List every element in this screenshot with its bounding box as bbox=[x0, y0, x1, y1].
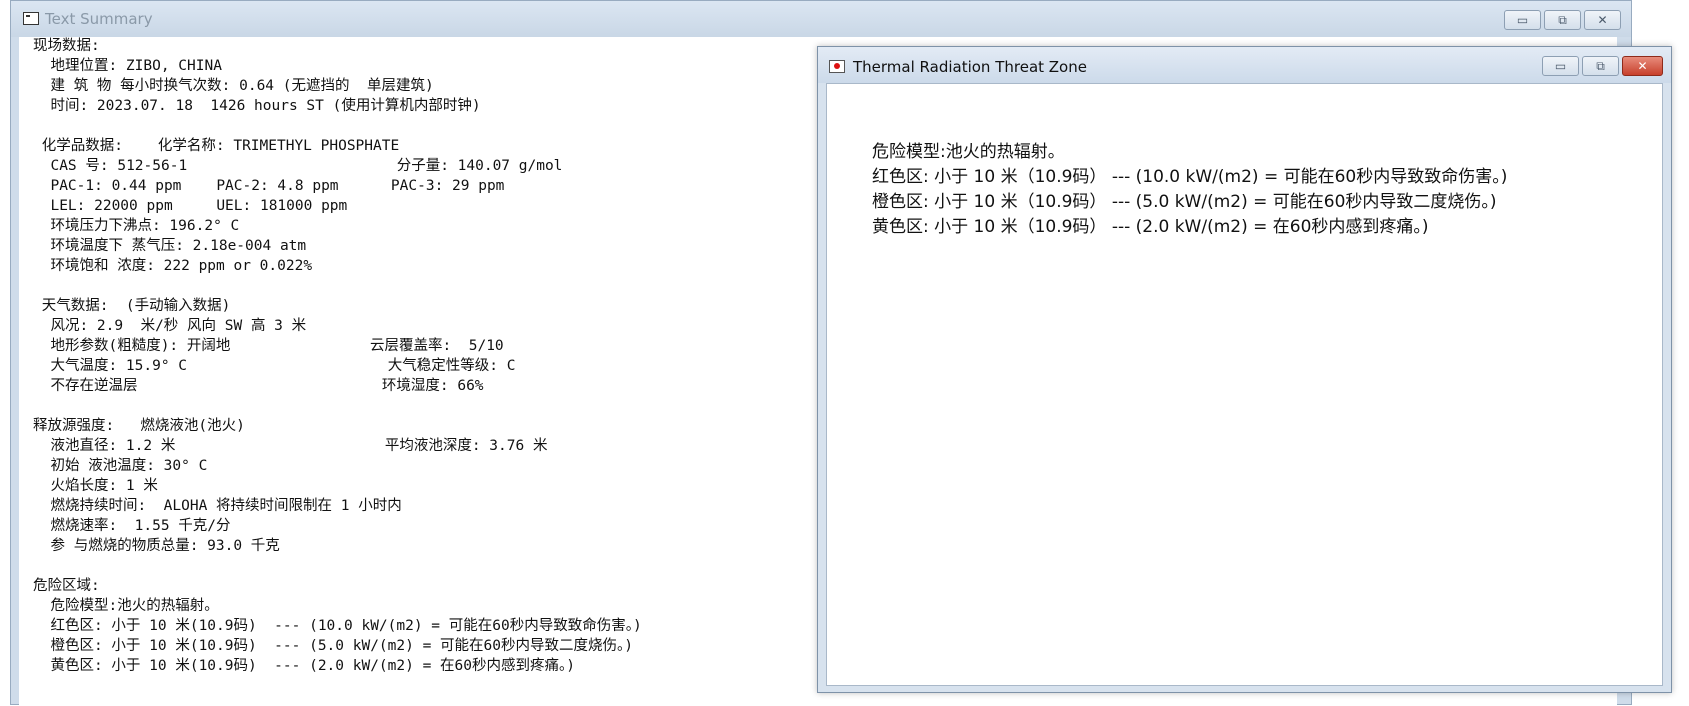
summary-line: 参 与燃烧的物质总量: 93.0 千克 bbox=[33, 538, 280, 554]
summary-line: 危险区域: bbox=[33, 578, 100, 594]
window-controls: ▭ ⧉ ✕ bbox=[1542, 56, 1663, 76]
threat-zone-titlebar[interactable]: Thermal Radiation Threat Zone ▭ ⧉ ✕ bbox=[818, 47, 1671, 83]
threat-zone-window: Thermal Radiation Threat Zone ▭ ⧉ ✕ 危险模型… bbox=[817, 46, 1672, 693]
close-icon: ✕ bbox=[1597, 13, 1608, 27]
maximize-icon: ⧉ bbox=[1596, 58, 1605, 73]
summary-line: 燃烧持续时间: ALOHA 将持续时间限制在 1 小时内 bbox=[33, 498, 402, 514]
maximize-icon: ⧉ bbox=[1558, 12, 1567, 27]
summary-line: 红色区: 小于 10 米(10.9码) --- (10.0 kW/(m2) = … bbox=[33, 618, 642, 634]
summary-line: 初始 液池温度: 30° C bbox=[33, 458, 208, 474]
summary-line: 风况: 2.9 米/秒 风向 SW 高 3 米 bbox=[33, 318, 307, 334]
minimize-icon: ▭ bbox=[1516, 13, 1529, 27]
minimize-icon: ▭ bbox=[1554, 59, 1567, 73]
summary-line: 释放源强度: 燃烧液池(池火) bbox=[33, 418, 245, 434]
red-zone-line: 红色区: 小于 10 米（10.9码） --- (10.0 kW/(m2) = … bbox=[872, 167, 1508, 187]
yellow-zone-line: 黄色区: 小于 10 米（10.9码） --- (2.0 kW/(m2) = 在… bbox=[872, 217, 1429, 237]
summary-line: 地理位置: ZIBO, CHINA bbox=[33, 58, 222, 74]
minimize-button[interactable]: ▭ bbox=[1542, 56, 1579, 76]
window-title: Text Summary bbox=[45, 10, 153, 28]
threat-app-icon bbox=[829, 60, 845, 73]
text-summary-titlebar[interactable]: Text Summary ▭ ⧉ ✕ bbox=[11, 1, 1631, 37]
summary-line: 天气数据: (手动输入数据) bbox=[33, 298, 231, 314]
threat-zone-text-area[interactable]: 危险模型:池火的热辐射。 红色区: 小于 10 米（10.9码） --- (10… bbox=[826, 83, 1663, 686]
summary-line: 液池直径: 1.2 米 平均液池深度: 3.76 米 bbox=[33, 438, 548, 454]
close-button[interactable]: ✕ bbox=[1584, 10, 1621, 30]
threat-model-line: 危险模型:池火的热辐射。 bbox=[872, 142, 1065, 162]
document-app-icon bbox=[23, 12, 39, 25]
close-icon: ✕ bbox=[1637, 59, 1648, 73]
summary-line: 建 筑 物 每小时换气次数: 0.64 (无遮挡的 单层建筑) bbox=[33, 78, 434, 94]
summary-line: 大气温度: 15.9° C 大气稳定性等级: C bbox=[33, 358, 516, 374]
summary-line: 燃烧速率: 1.55 千克/分 bbox=[33, 518, 231, 534]
summary-line: 火焰长度: 1 米 bbox=[33, 478, 158, 494]
summary-line: 橙色区: 小于 10 米(10.9码) --- (5.0 kW/(m2) = 可… bbox=[33, 638, 633, 654]
maximize-button[interactable]: ⧉ bbox=[1582, 56, 1619, 76]
summary-line: 黄色区: 小于 10 米(10.9码) --- (2.0 kW/(m2) = 在… bbox=[33, 658, 575, 674]
window-title: Thermal Radiation Threat Zone bbox=[853, 58, 1087, 76]
summary-line: 不存在逆温层 环境湿度: 66% bbox=[33, 378, 484, 394]
minimize-button[interactable]: ▭ bbox=[1504, 10, 1541, 30]
summary-line: 环境压力下沸点: 196.2° C bbox=[33, 218, 240, 234]
summary-line: 环境温度下 蒸气压: 2.18e-004 atm bbox=[33, 238, 307, 254]
orange-zone-line: 橙色区: 小于 10 米（10.9码） --- (5.0 kW/(m2) = 可… bbox=[872, 192, 1497, 212]
summary-line: 现场数据: bbox=[33, 38, 100, 54]
summary-line: 地形参数(粗糙度): 开阔地 云层覆盖率: 5/10 bbox=[33, 338, 504, 354]
summary-line: CAS 号: 512-56-1 分子量: 140.07 g/mol bbox=[33, 158, 563, 174]
summary-line: 环境饱和 浓度: 222 ppm or 0.022% bbox=[33, 258, 313, 274]
summary-line: 危险模型:池火的热辐射。 bbox=[33, 598, 219, 614]
close-button[interactable]: ✕ bbox=[1622, 56, 1663, 76]
summary-line: 化学品数据: 化学名称: TRIMETHYL PHOSPHATE bbox=[33, 138, 400, 154]
summary-line: 时间: 2023.07. 18 1426 hours ST (使用计算机内部时钟… bbox=[33, 98, 481, 114]
summary-line: LEL: 22000 ppm UEL: 181000 ppm bbox=[33, 198, 348, 214]
window-controls: ▭ ⧉ ✕ bbox=[1504, 10, 1621, 30]
summary-line: PAC-1: 0.44 ppm PAC-2: 4.8 ppm PAC-3: 29… bbox=[33, 178, 505, 194]
maximize-button[interactable]: ⧉ bbox=[1544, 10, 1581, 30]
